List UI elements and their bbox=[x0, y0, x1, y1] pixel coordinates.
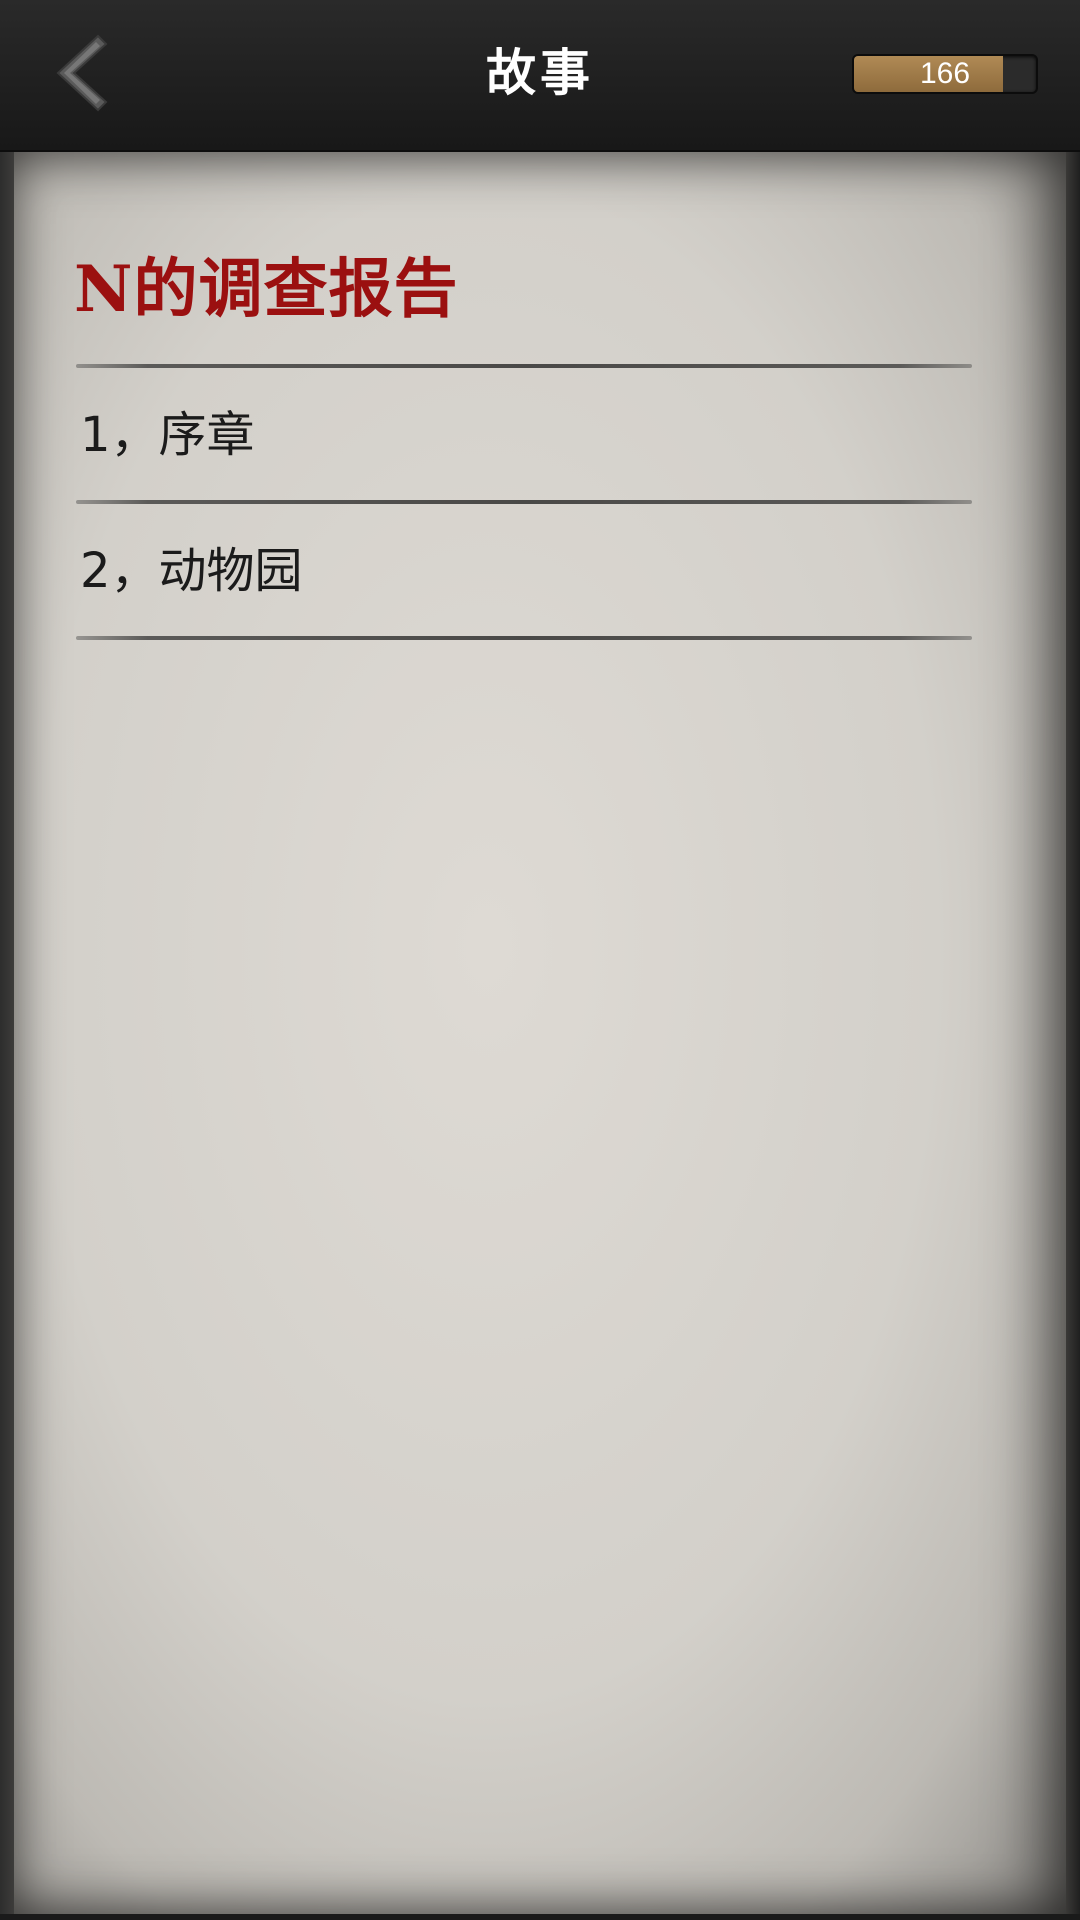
counter-value: 166 bbox=[919, 57, 971, 90]
paper-right-edge bbox=[1066, 152, 1080, 1920]
divider bbox=[76, 500, 972, 504]
paper-bottom-edge bbox=[0, 1914, 1080, 1920]
top-bar: 故事 166 bbox=[0, 0, 1080, 152]
story-title: N的调查报告 bbox=[74, 252, 459, 327]
divider bbox=[76, 364, 972, 368]
divider bbox=[76, 636, 972, 640]
chapter-item-prologue[interactable]: 1，序章 bbox=[80, 370, 960, 500]
chapter-item-zoo[interactable]: 2，动物园 bbox=[80, 506, 960, 636]
paper-left-edge bbox=[0, 152, 14, 1920]
currency-counter: 166 bbox=[852, 54, 1038, 94]
